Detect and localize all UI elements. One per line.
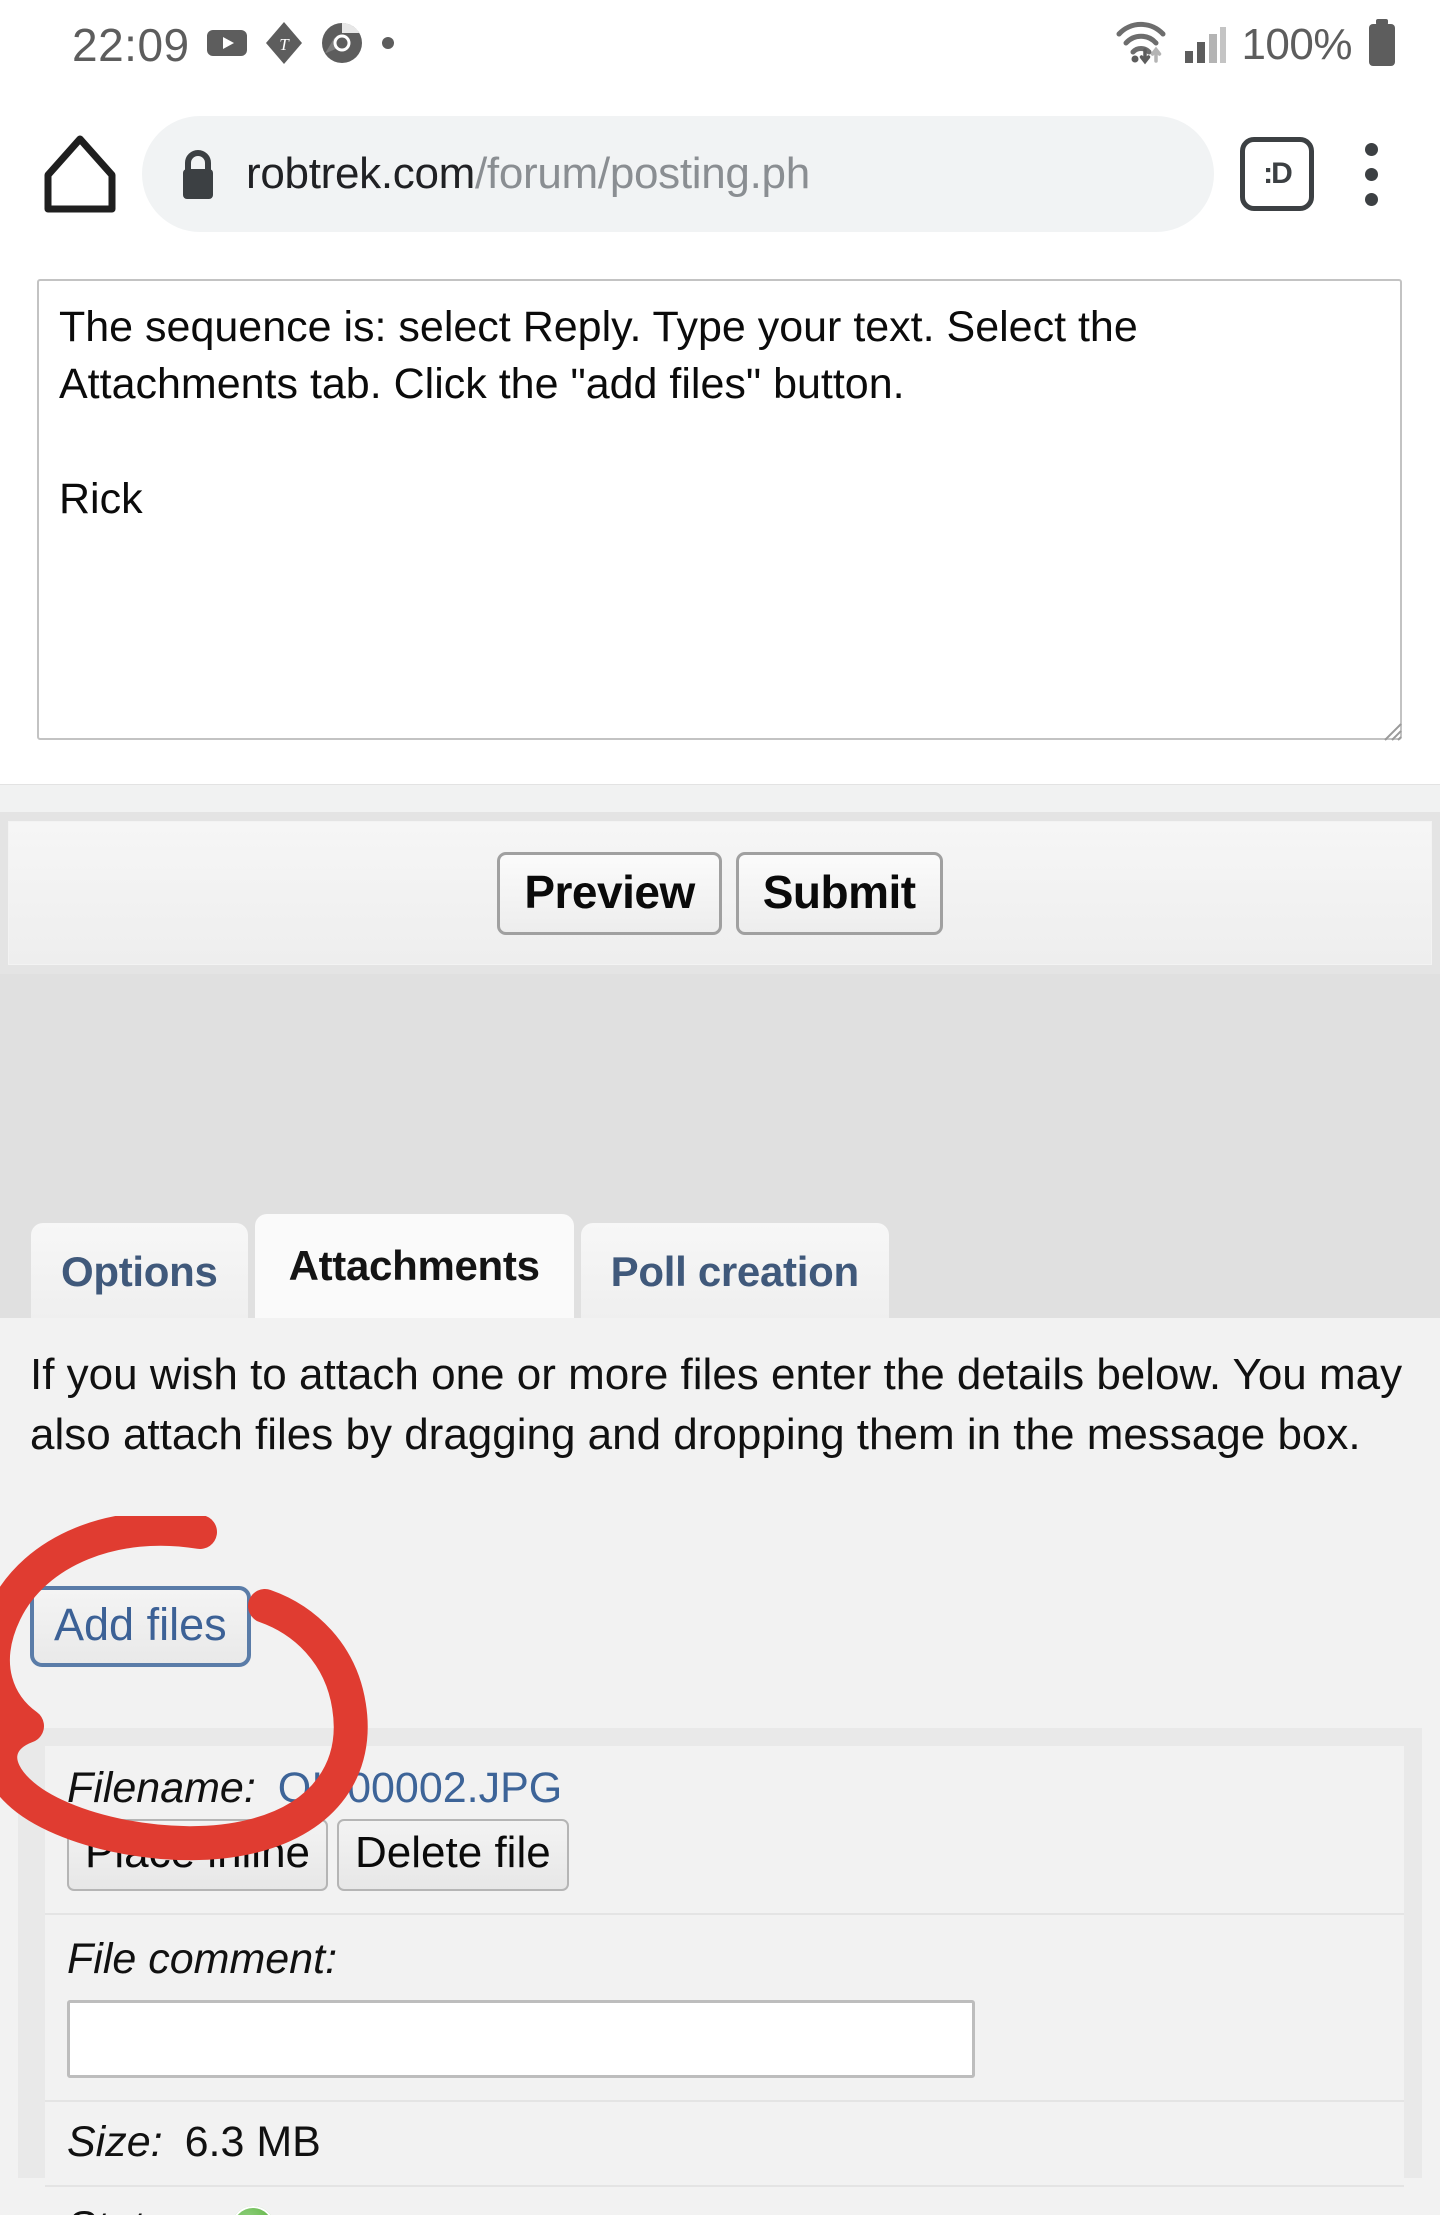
- attachment-item: Filename: OI000002.JPG Place inline Dele…: [45, 1746, 1404, 2215]
- signal-icon: [1183, 21, 1227, 70]
- home-icon: [44, 135, 116, 213]
- status-label: Status:: [67, 2203, 201, 2215]
- battery-icon: [1366, 18, 1398, 72]
- attachment-comment-row: File comment:: [45, 1915, 1404, 2102]
- attachment-buttons-row: Place inline Delete file: [45, 1819, 1404, 1915]
- youtube-icon: [206, 28, 247, 63]
- attachment-size-row: Size: 6.3 MB: [45, 2102, 1404, 2187]
- address-bar[interactable]: robtrek.com/forum/posting.ph: [142, 116, 1214, 232]
- file-comment-label: File comment:: [67, 1935, 338, 1983]
- wifi-icon: [1113, 20, 1169, 71]
- tab-switcher-button[interactable]: :D: [1240, 137, 1314, 211]
- form-actions-inner: Preview Submit: [8, 821, 1432, 965]
- preview-button[interactable]: Preview: [497, 851, 722, 935]
- url-path: /forum/posting.ph: [475, 149, 810, 198]
- message-textarea[interactable]: The sequence is: select Reply. Type your…: [37, 279, 1402, 740]
- svg-text:T: T: [279, 35, 290, 54]
- tabs-region: Options Attachments Poll creation: [0, 974, 1440, 1319]
- green-check-icon: [230, 2205, 275, 2215]
- clock-label: 22:09: [72, 19, 190, 71]
- place-inline-button[interactable]: Place inline: [67, 1819, 329, 1891]
- url-domain: robtrek.com: [246, 149, 475, 198]
- attachment-item-wrapper: Filename: OI000002.JPG Place inline Dele…: [18, 1728, 1422, 2215]
- status-bar-right: 100%: [1113, 18, 1398, 72]
- battery-percent-label: 100%: [1241, 20, 1352, 69]
- tab-attachments[interactable]: Attachments: [254, 1214, 574, 1318]
- chrome-icon: [321, 22, 363, 69]
- attachment-status-row: Status:: [45, 2187, 1404, 2215]
- attachments-description: If you wish to attach one or more files …: [30, 1350, 1403, 1459]
- filename-label: Filename:: [67, 1764, 256, 1812]
- nyt-icon: T: [264, 21, 304, 70]
- screen: 22:09 T 100% robtrek.com/forum/posting.p…: [0, 0, 1440, 2215]
- tab-options[interactable]: Options: [31, 1223, 248, 1319]
- overflow-menu-icon: [1364, 142, 1378, 156]
- add-files-button[interactable]: Add files: [30, 1586, 251, 1667]
- submit-button[interactable]: Submit: [735, 851, 943, 935]
- tab-switcher-label: :D: [1263, 157, 1293, 190]
- home-button[interactable]: [32, 126, 128, 222]
- size-label: Size:: [67, 2118, 163, 2166]
- attachment-filename-link[interactable]: OI000002.JPG: [278, 1764, 562, 1813]
- overflow-menu-icon: [1364, 167, 1378, 181]
- browser-toolbar: robtrek.com/forum/posting.ph :D: [0, 90, 1440, 258]
- url-text: robtrek.com/forum/posting.ph: [246, 149, 810, 199]
- android-status-bar: 22:09 T 100%: [0, 0, 1440, 90]
- attachment-filename-row: Filename: OI000002.JPG: [45, 1746, 1404, 1819]
- browser-menu-button[interactable]: [1334, 126, 1408, 222]
- form-actions-panel: Preview Submit: [0, 812, 1440, 974]
- attachments-panel: If you wish to attach one or more files …: [0, 1318, 1440, 2215]
- web-page: The sequence is: select Reply. Type your…: [0, 258, 1440, 2215]
- tab-poll-creation[interactable]: Poll creation: [580, 1223, 889, 1319]
- lock-icon: [176, 147, 220, 201]
- delete-file-button[interactable]: Delete file: [337, 1819, 569, 1891]
- file-comment-input[interactable]: [67, 2000, 975, 2078]
- dot-icon: [380, 35, 396, 56]
- size-value: 6.3 MB: [184, 2118, 321, 2166]
- overflow-menu-icon: [1364, 192, 1378, 206]
- message-panel: The sequence is: select Reply. Type your…: [0, 258, 1440, 785]
- tab-bar: Options Attachments Poll creation: [31, 1214, 889, 1319]
- status-bar-left: 22:09 T: [72, 21, 396, 70]
